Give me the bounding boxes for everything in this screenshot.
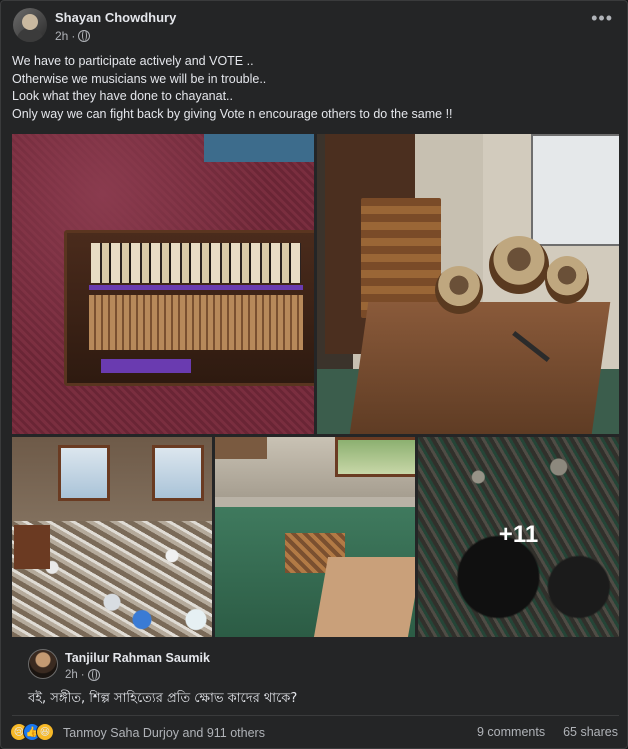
photo-tabla-table[interactable] <box>317 134 619 434</box>
more-options-button[interactable]: ••• <box>591 9 613 27</box>
photo-ransacked-room[interactable] <box>12 437 212 637</box>
divider <box>12 715 619 716</box>
comment-time[interactable]: 2h <box>65 669 78 681</box>
commenter-avatar[interactable] <box>28 649 58 679</box>
author-avatar[interactable] <box>13 8 47 42</box>
post-text-line: Only way we can fight back by giving Vot… <box>12 106 453 121</box>
author-name[interactable]: Shayan Chowdhury <box>55 10 176 25</box>
photo-broken-harmonium[interactable] <box>12 134 314 434</box>
photo-more-images[interactable]: +11 <box>418 437 619 637</box>
comment-text: বই, সঙ্গীত, শিল্প সাহিত্যের প্রতি ক্ষোভ … <box>28 691 298 706</box>
comment-meta: 2h · <box>65 669 100 681</box>
photo-floor-debris[interactable] <box>215 437 415 637</box>
commenter-name[interactable]: Tanjilur Rahman Saumik <box>65 651 210 665</box>
globe-icon <box>87 669 100 681</box>
post-text: We have to participate actively and VOTE… <box>12 53 453 123</box>
reaction-icons[interactable]: 😢 👍 😆 <box>10 723 54 741</box>
comments-count[interactable]: 9 comments <box>477 725 545 739</box>
post-text-line: We have to participate actively and VOTE… <box>12 54 254 68</box>
post-text-line: Otherwise we musicians we will be in tro… <box>12 71 267 86</box>
post-time[interactable]: 2h <box>55 29 68 43</box>
post-text-line: Look what they have done to chayanat.. <box>12 89 233 103</box>
globe-icon <box>78 30 91 42</box>
engagement-counts: 9 comments 65 shares <box>477 725 618 739</box>
post-card: Shayan Chowdhury 2h · ••• We have to par… <box>0 0 628 749</box>
haha-reaction-icon: 😆 <box>36 723 54 741</box>
reaction-summary[interactable]: Tanmoy Saha Durjoy and 911 others <box>63 726 265 740</box>
shares-count[interactable]: 65 shares <box>563 725 618 739</box>
more-photos-count[interactable]: +11 <box>418 521 619 549</box>
post-meta: 2h · <box>55 29 91 43</box>
